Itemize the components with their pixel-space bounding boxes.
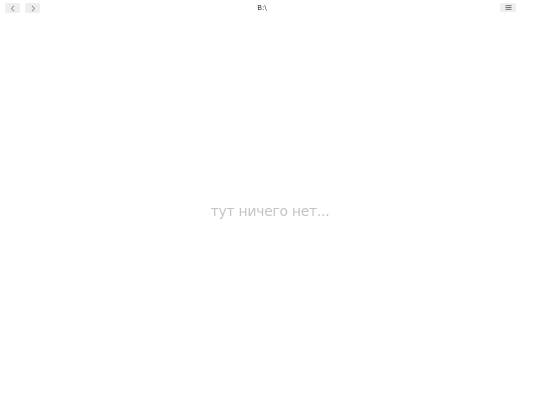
empty-folder-message: тут ничего нет... — [210, 204, 330, 220]
hamburger-menu-icon — [505, 5, 512, 10]
menu-button[interactable] — [500, 3, 516, 12]
toolbar: B:\ — [0, 0, 540, 16]
current-path: B:\ — [257, 4, 267, 12]
file-browser-window: B:\ тут ничего нет... — [0, 0, 540, 405]
